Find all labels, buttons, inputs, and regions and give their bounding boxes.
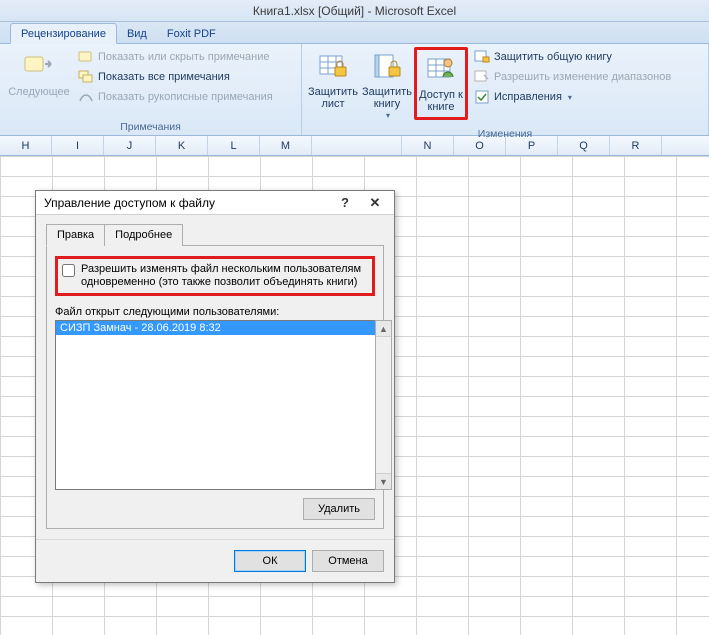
sheet-lock-icon: [317, 51, 349, 83]
scrollbar[interactable]: ▲ ▼: [375, 320, 392, 490]
col-header[interactable]: H: [0, 136, 52, 155]
label: Показать рукописные примечания: [98, 91, 273, 103]
col-header[interactable]: K: [156, 136, 208, 155]
track-changes-icon: [474, 89, 490, 105]
users-label: Файл открыт следующими пользователями:: [55, 306, 375, 318]
allow-multiuser-checkbox[interactable]: [62, 264, 75, 277]
column-headers: H I J K L M N O P Q R: [0, 136, 709, 156]
allow-multiuser-checkbox-row[interactable]: Разрешить изменять файл нескольким польз…: [55, 256, 375, 296]
col-header[interactable]: Q: [558, 136, 610, 155]
dialog-title: Управление доступом к файлу: [44, 196, 330, 210]
col-header[interactable]: L: [208, 136, 260, 155]
next-comment-button: Следующее: [4, 47, 74, 102]
tab-view[interactable]: Вид: [117, 24, 157, 43]
protect-workbook-button[interactable]: Защитить книгу▾: [360, 47, 414, 126]
dialog-titlebar: Управление доступом к файлу ? ✕: [36, 191, 394, 215]
window-title: Книга1.xlsx [Общий] - Microsoft Excel: [0, 0, 709, 22]
label: Защитить лист: [308, 86, 358, 110]
label: Защитить книгу: [362, 86, 412, 110]
cancel-button[interactable]: Отмена: [312, 550, 384, 572]
range-edit-icon: [474, 69, 490, 85]
chevron-down-icon: ▾: [386, 110, 390, 122]
label: Следующее: [8, 86, 70, 98]
notes-all-icon: [78, 69, 94, 85]
tab-review[interactable]: Рецензирование: [10, 23, 117, 44]
share-workbook-button[interactable]: Доступ к книге: [414, 47, 468, 120]
shared-lock-icon: [474, 49, 490, 65]
track-changes-button[interactable]: Исправления ▾: [472, 87, 673, 107]
scroll-up-icon[interactable]: ▲: [376, 321, 391, 337]
chevron-down-icon: ▾: [568, 93, 572, 102]
protect-sheet-button[interactable]: Защитить лист: [306, 47, 360, 114]
delete-user-button[interactable]: Удалить: [303, 498, 375, 520]
label: Доступ к книге: [419, 89, 463, 113]
col-header[interactable]: P: [506, 136, 558, 155]
col-header[interactable]: J: [104, 136, 156, 155]
note-toggle-icon: [78, 49, 94, 65]
ok-button[interactable]: ОК: [234, 550, 306, 572]
tab-foxit[interactable]: Foxit PDF: [157, 24, 226, 43]
col-header[interactable]: R: [610, 136, 662, 155]
scroll-down-icon[interactable]: ▼: [376, 473, 391, 489]
ribbon: Следующее Показать или скрыть примечание…: [0, 44, 709, 136]
dialog-tabs: Правка Подробнее: [46, 223, 384, 246]
note-forward-icon: [23, 51, 55, 83]
show-all-comments-button[interactable]: Показать все примечания: [76, 67, 275, 87]
close-button[interactable]: ✕: [360, 195, 390, 211]
show-ink-button: Показать рукописные примечания: [76, 87, 275, 107]
col-header[interactable]: I: [52, 136, 104, 155]
help-button[interactable]: ?: [330, 195, 360, 210]
tab-advanced[interactable]: Подробнее: [104, 224, 183, 246]
tab-edit[interactable]: Правка: [46, 224, 105, 246]
share-book-icon: [425, 54, 457, 86]
show-hide-comment-button: Показать или скрыть примечание: [76, 47, 275, 67]
col-header[interactable]: O: [454, 136, 506, 155]
label: Защитить общую книгу: [494, 51, 612, 63]
users-listbox[interactable]: СИЗП Замнач - 28.06.2019 8:32 ▲ ▼: [55, 320, 375, 490]
group-title-comments: Примечания: [4, 119, 297, 135]
label: Показать или скрыть примечание: [98, 51, 269, 63]
col-header[interactable]: [312, 136, 402, 155]
list-item[interactable]: СИЗП Замнач - 28.06.2019 8:32: [56, 321, 375, 335]
ribbon-tabstrip: Рецензирование Вид Foxit PDF: [0, 22, 709, 44]
col-header[interactable]: N: [402, 136, 454, 155]
share-workbook-dialog: Управление доступом к файлу ? ✕ Правка П…: [35, 190, 395, 583]
label: Разрешить изменение диапазонов: [494, 71, 671, 83]
ink-icon: [78, 89, 94, 105]
checkbox-label: Разрешить изменять файл нескольким польз…: [81, 263, 368, 289]
label: Исправления: [494, 91, 562, 103]
book-lock-icon: [371, 51, 403, 83]
protect-shared-button[interactable]: Защитить общую книгу: [472, 47, 673, 67]
label: Показать все примечания: [98, 71, 230, 83]
col-header[interactable]: M: [260, 136, 312, 155]
allow-edit-ranges-button: Разрешить изменение диапазонов: [472, 67, 673, 87]
